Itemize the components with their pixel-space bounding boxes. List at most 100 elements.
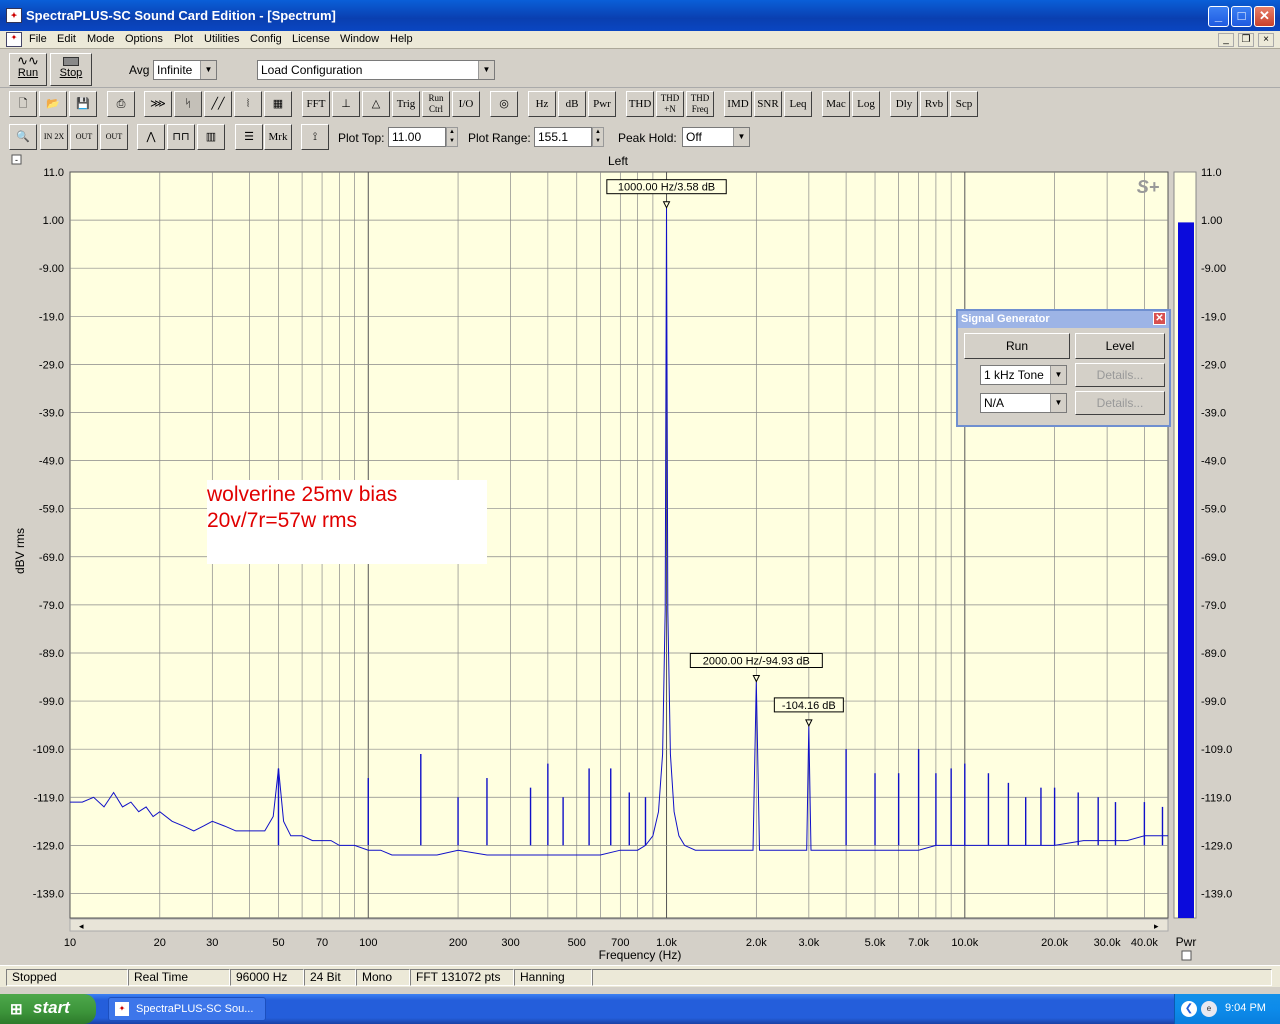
menu-options[interactable]: Options xyxy=(125,33,163,45)
menu-plot[interactable]: Plot xyxy=(174,33,193,45)
zoom-icon[interactable]: 🔍 xyxy=(9,124,37,150)
x-tick-label: 200 xyxy=(449,937,467,949)
tray-app-icon[interactable]: e xyxy=(1201,1001,1217,1017)
bar-plot-icon[interactable]: ▥ xyxy=(197,124,225,150)
na-select[interactable]: N/A ▼ xyxy=(980,393,1067,413)
step-plot-icon[interactable]: ⊓⊓ xyxy=(167,124,195,150)
tone-select[interactable]: 1 kHz Tone ▼ xyxy=(980,365,1067,385)
menu-edit[interactable]: Edit xyxy=(57,33,76,45)
app-icon[interactable]: ✦ xyxy=(6,8,22,23)
time-series-icon[interactable]: ╱╱ xyxy=(204,91,232,117)
plot-top-spinner[interactable]: ▲ ▼ xyxy=(446,127,458,147)
log-button[interactable]: Log xyxy=(852,91,880,117)
spectrogram-icon[interactable]: ▦ xyxy=(264,91,292,117)
menu-mode[interactable]: Mode xyxy=(87,33,115,45)
avg-select[interactable]: Infinite ▼ xyxy=(153,60,217,80)
leq-button[interactable]: Leq xyxy=(784,91,812,117)
imd-button[interactable]: IMD xyxy=(724,91,752,117)
zoom-out-2x-icon[interactable]: OUT 2X xyxy=(70,124,98,150)
thd-n-button[interactable]: THD +N xyxy=(656,91,684,117)
snr-button[interactable]: SNR xyxy=(754,91,782,117)
trig-button[interactable]: Trig xyxy=(392,91,420,117)
thd-freq-button[interactable]: THD Freq xyxy=(686,91,714,117)
spectrum-plot-panel: - Left 11.0 1.00 -9.00 -19.0 -29.0 -39.0 -49.0… xyxy=(8,153,1272,963)
triangle-icon[interactable]: △ xyxy=(362,91,390,117)
document-icon[interactable]: ✦ xyxy=(6,32,22,47)
close-button[interactable]: ✕ xyxy=(1254,6,1275,27)
spectrum-mode-icon[interactable]: ᛋ xyxy=(174,91,202,117)
load-configuration-select[interactable]: Load Configuration ▼ xyxy=(257,60,495,80)
status-channels: Mono xyxy=(356,969,410,986)
db-button[interactable]: dB xyxy=(558,91,586,117)
print-icon[interactable]: ⎙ xyxy=(107,91,135,117)
scp-button[interactable]: Scp xyxy=(950,91,978,117)
stop-button[interactable]: Stop xyxy=(50,53,92,86)
table-icon[interactable]: ☰ xyxy=(235,124,263,150)
meter-collapse-icon[interactable] xyxy=(1181,950,1192,961)
menu-help[interactable]: Help xyxy=(390,33,413,45)
mdi-close-icon[interactable]: × xyxy=(1258,33,1274,47)
save-disk-icon[interactable]: 💾 xyxy=(69,91,97,117)
menu-window[interactable]: Window xyxy=(340,33,379,45)
status-bar: Stopped Real Time 96000 Hz 24 Bit Mono F… xyxy=(0,965,1280,987)
scroll-left-icon[interactable]: ◂ xyxy=(79,921,84,931)
run-button[interactable]: ∿∿ Run xyxy=(9,53,47,86)
x-tick-label: 50 xyxy=(272,937,284,949)
new-file-icon[interactable]: 🗋 xyxy=(9,91,37,117)
y-tick-label: -89.0 xyxy=(39,648,64,660)
zoom-out-full-icon[interactable]: OUT FULL xyxy=(100,124,128,150)
phase-icon[interactable]: ⦚ xyxy=(234,91,262,117)
clock: 9:04 PM xyxy=(1225,1002,1266,1014)
details-button-1[interactable]: Details... xyxy=(1075,363,1165,387)
plot-top-input[interactable]: 11.00 xyxy=(388,127,446,147)
mrk-button[interactable]: Mrk xyxy=(264,124,292,150)
taskbar-item-spectraplus[interactable]: ✦ SpectraPLUS-SC Sou... xyxy=(108,997,266,1021)
rvb-button[interactable]: Rvb xyxy=(920,91,948,117)
menu-config[interactable]: Config xyxy=(250,33,282,45)
mdi-minimize-icon[interactable]: _ xyxy=(1218,33,1234,47)
pwr-button[interactable]: Pwr xyxy=(588,91,616,117)
details-button-2[interactable]: Details... xyxy=(1075,391,1165,415)
peak-hold-select[interactable]: Off ▼ xyxy=(682,127,750,147)
dly-button[interactable]: Dly xyxy=(890,91,918,117)
fft-button[interactable]: FFT xyxy=(302,91,330,117)
scroll-right-icon[interactable]: ▸ xyxy=(1154,921,1159,931)
thd-button[interactable]: THD xyxy=(626,91,654,117)
mac-button[interactable]: Mac xyxy=(822,91,850,117)
meter-tick-label: -129.0 xyxy=(1201,840,1232,852)
siggen-close-icon[interactable]: ✕ xyxy=(1153,312,1166,325)
maximize-button[interactable]: □ xyxy=(1231,6,1252,27)
menu-license[interactable]: License xyxy=(292,33,330,45)
y-tick-label: 11.0 xyxy=(43,167,64,179)
signal-generator-icon[interactable]: ◎ xyxy=(490,91,518,117)
zoom-in-2x-icon[interactable]: IN 2X xyxy=(40,124,68,150)
chevron-down-icon: ▼ xyxy=(1050,366,1066,384)
siggen-level-button[interactable]: Level xyxy=(1075,333,1165,359)
siggen-run-button[interactable]: Run xyxy=(964,333,1070,359)
plot-top-label: Plot Top: xyxy=(338,131,385,145)
y-axis-label: dBV rms xyxy=(13,528,27,574)
mdi-restore-icon[interactable]: ❐ xyxy=(1238,33,1254,47)
chevron-down-icon: ▼ xyxy=(478,61,494,79)
menu-utilities[interactable]: Utilities xyxy=(204,33,239,45)
horizontal-scrollbar[interactable] xyxy=(69,918,1169,932)
playback-icon[interactable]: ⋙ xyxy=(144,91,172,117)
plot-range-input[interactable]: 155.1 xyxy=(534,127,592,147)
plot-range-spinner[interactable]: ▲ ▼ xyxy=(592,127,604,147)
range-icon[interactable]: ⟟ xyxy=(301,124,329,150)
spectrum-chart[interactable]: - Left 11.0 1.00 -9.00 -19.0 -29.0 -39.0 -49.0… xyxy=(8,153,1272,963)
start-button[interactable]: ⊞ start xyxy=(0,994,96,1024)
line-plot-icon[interactable]: ⋀ xyxy=(137,124,165,150)
open-folder-icon[interactable]: 📂 xyxy=(39,91,67,117)
tray-expand-icon[interactable]: ❮ xyxy=(1181,1001,1197,1017)
scale-icon[interactable]: ⊥ xyxy=(332,91,360,117)
menu-file[interactable]: File xyxy=(29,33,47,45)
run-ctrl-button[interactable]: Run Ctrl xyxy=(422,91,450,117)
x-tick-label: 100 xyxy=(359,937,377,949)
minimize-button[interactable]: _ xyxy=(1208,6,1229,27)
hz-button[interactable]: Hz xyxy=(528,91,556,117)
window-titlebar[interactable]: ✦ SpectraPLUS-SC Sound Card Edition - [S… xyxy=(0,0,1280,31)
signal-generator-titlebar[interactable]: Signal Generator ✕ xyxy=(958,311,1169,328)
io-button[interactable]: I/O xyxy=(452,91,480,117)
meter-tick-label: -29.0 xyxy=(1201,359,1226,371)
